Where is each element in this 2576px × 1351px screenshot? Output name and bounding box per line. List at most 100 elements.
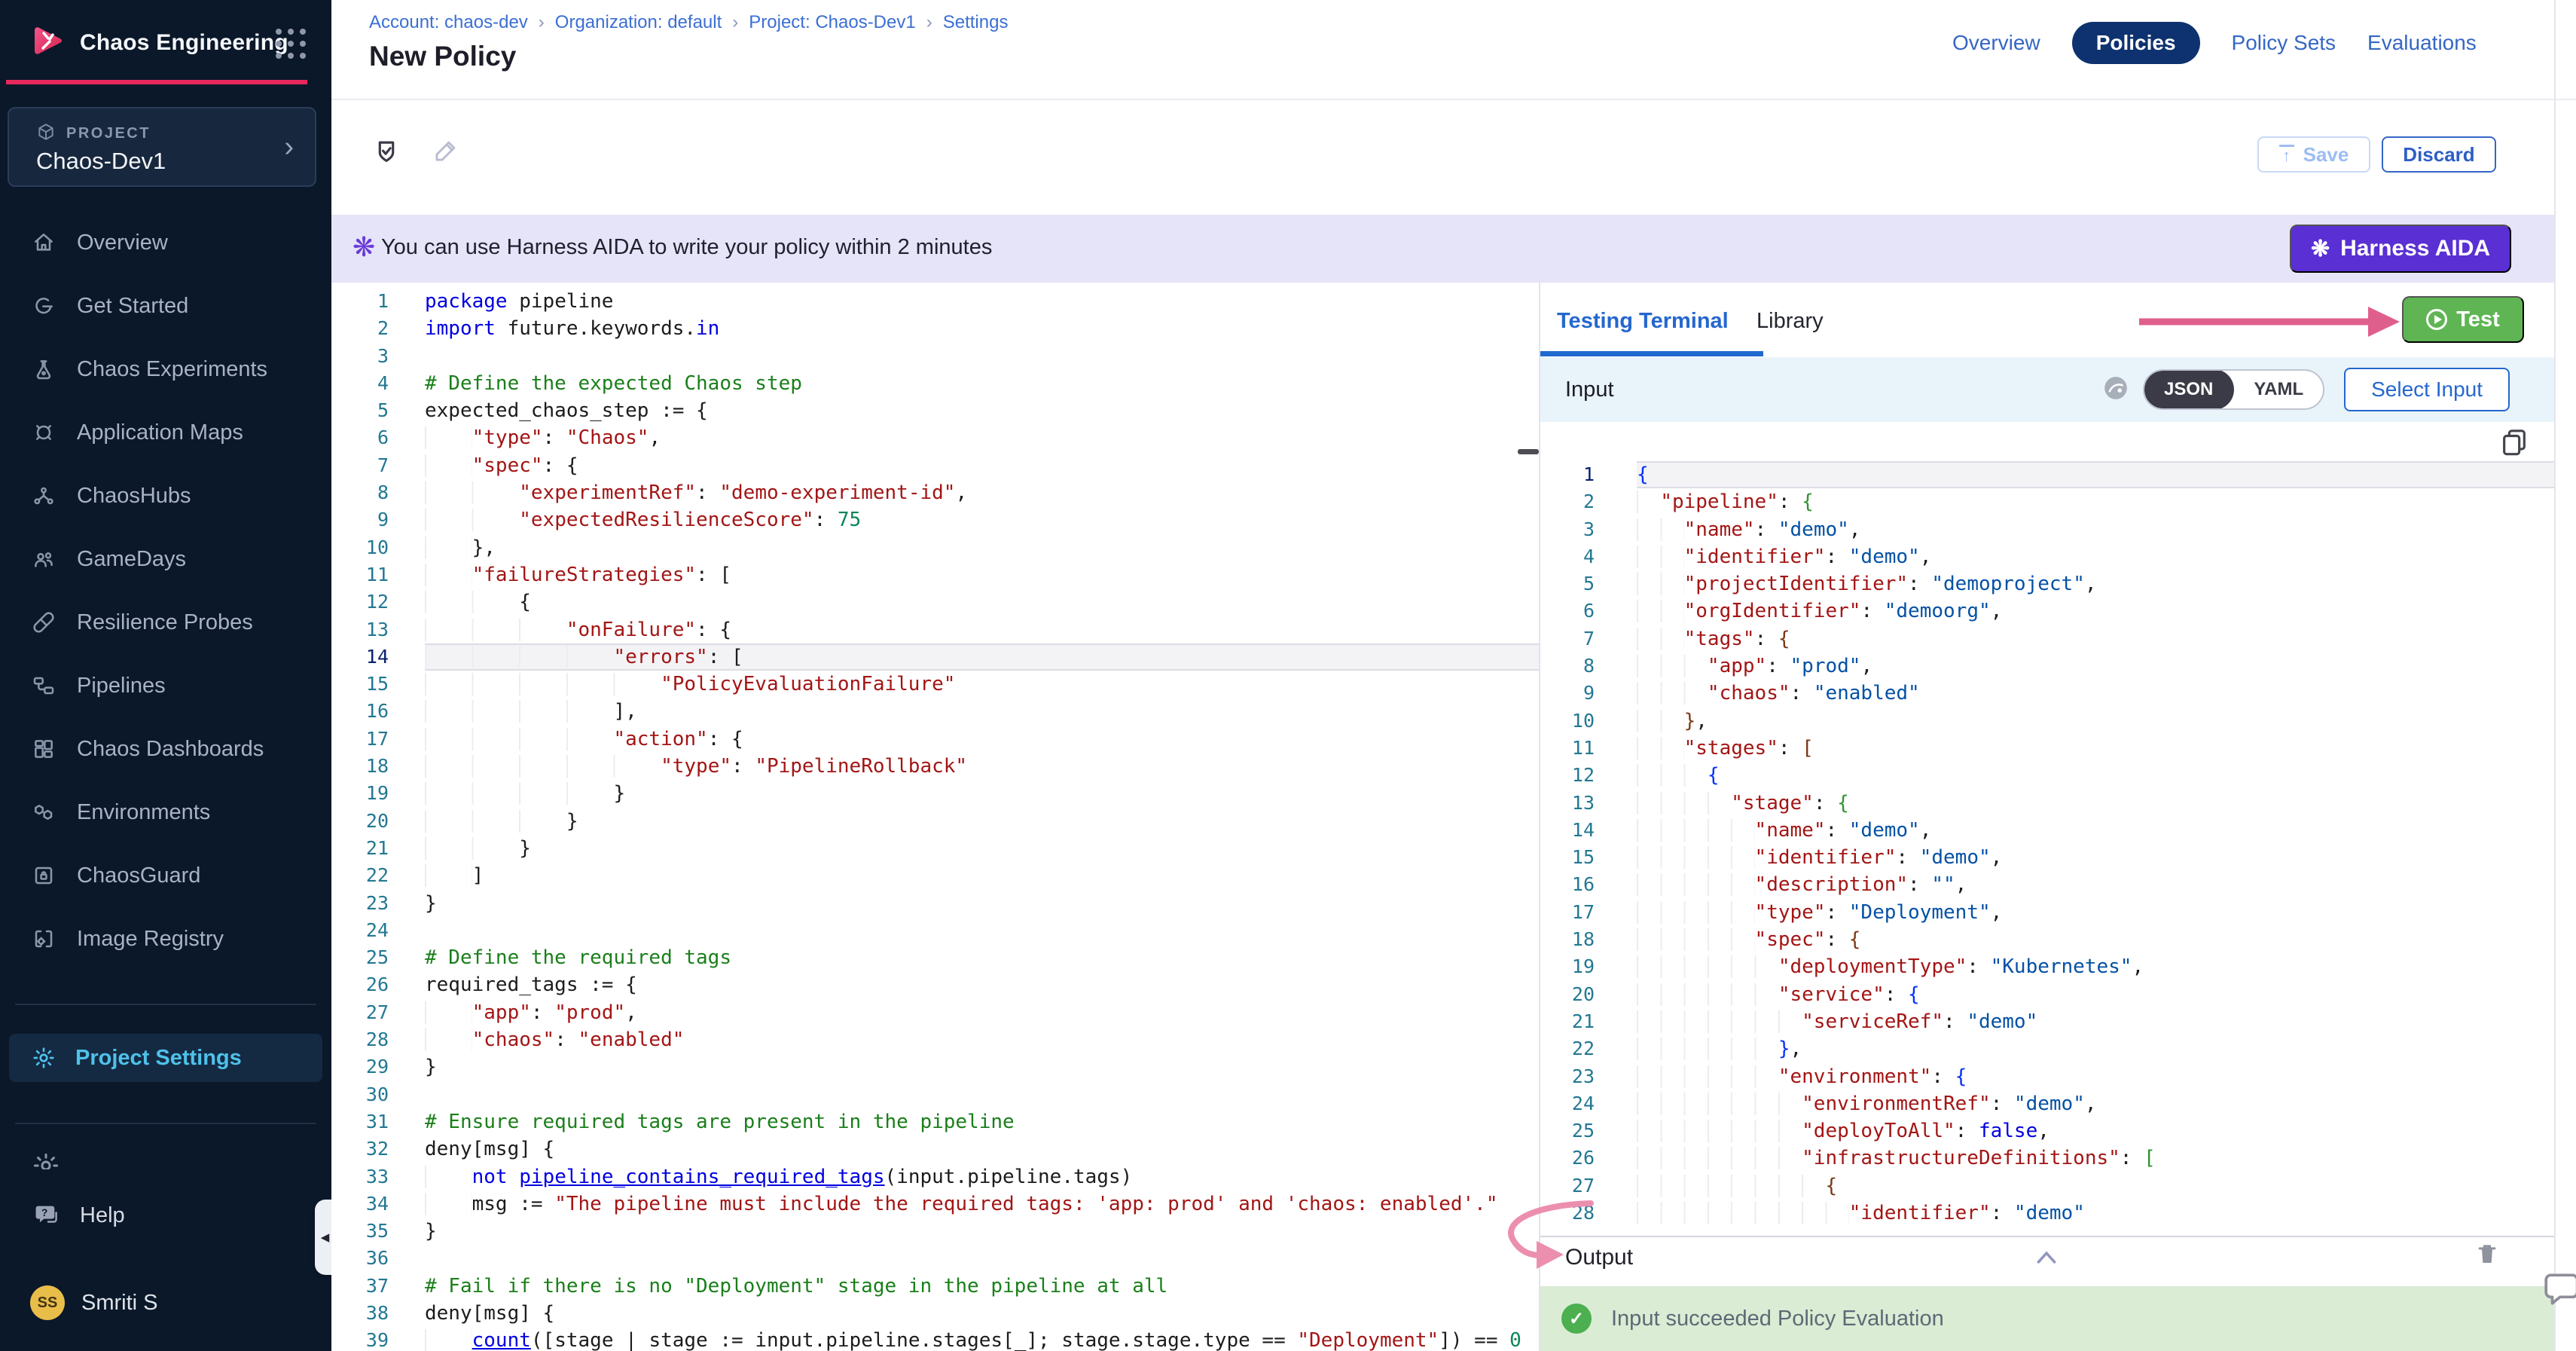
- breadcrumb: Account: chaos-dev › Organization: defau…: [369, 12, 1008, 33]
- breadcrumb-project[interactable]: Project: Chaos-Dev1: [749, 12, 915, 33]
- flask-icon: [32, 357, 56, 381]
- tab-testing-terminal[interactable]: Testing Terminal: [1557, 309, 1729, 334]
- sidebar-item-label: Overview: [77, 231, 168, 255]
- get-started-icon: [32, 294, 56, 318]
- breadcrumb-separator: ›: [539, 12, 545, 33]
- sidebar-item-label: Get Started: [77, 294, 188, 319]
- nav-overview[interactable]: Overview: [1952, 31, 2040, 55]
- editor-scrollbar-handle[interactable]: [1518, 449, 1539, 454]
- chevron-right-icon: ›: [284, 131, 294, 164]
- support-chat-icon[interactable]: [2541, 1269, 2576, 1315]
- input-json-editor[interactable]: 1{2 "pipeline": {3 "name": "demo",4 "ide…: [1540, 422, 2556, 1236]
- sidebar-item-application-maps[interactable]: Application Maps: [0, 401, 331, 464]
- gear-icon: [32, 1046, 56, 1070]
- upload-icon: ↑: [2279, 145, 2294, 164]
- test-button[interactable]: Test: [2402, 296, 2524, 343]
- project-name: Chaos-Dev1: [36, 148, 166, 175]
- evaluation-result-bar: ✓ Input succeeded Policy Evaluation: [1540, 1286, 2556, 1351]
- page-title: New Policy: [369, 41, 516, 72]
- result-message: Input succeeded Policy Evaluation: [1611, 1307, 1944, 1331]
- sidebar-item-chaos-dashboards[interactable]: Chaos Dashboards: [0, 717, 331, 781]
- sidebar-item-label: Chaos Dashboards: [77, 737, 264, 762]
- select-input-button[interactable]: Select Input: [2344, 368, 2510, 411]
- breadcrumb-account[interactable]: Account: chaos-dev: [369, 12, 528, 33]
- dashboards-icon: [32, 737, 56, 761]
- user-name: Smriti S: [81, 1291, 158, 1316]
- sidebar-item-pipelines[interactable]: Pipelines: [0, 654, 331, 717]
- sidebar: Chaos Engineering PROJECT Chaos-Dev1 › O…: [0, 0, 331, 1351]
- sidebar-item-overview[interactable]: Overview: [0, 211, 331, 274]
- registry-icon: [32, 927, 56, 951]
- top-nav: Overview Policies Policy Sets Evaluation…: [1952, 21, 2477, 65]
- copy-icon[interactable]: [2499, 426, 2529, 460]
- pipelines-icon: [32, 674, 56, 698]
- tab-library[interactable]: Library: [1757, 309, 1824, 334]
- chevron-up-icon[interactable]: [2034, 1248, 2059, 1271]
- format-yaml-option[interactable]: YAML: [2234, 379, 2323, 400]
- sidebar-item-label: GameDays: [77, 547, 186, 572]
- sidebar-item-label: Application Maps: [77, 420, 243, 445]
- sidebar-item-label: Chaos Experiments: [77, 357, 267, 382]
- cube-icon: [36, 122, 56, 145]
- policy-valid-icon[interactable]: [372, 137, 401, 170]
- clipped-gear-icon: [32, 1151, 65, 1169]
- sidebar-item-label: Project Settings: [75, 1046, 242, 1071]
- sparkle-icon: ❋: [2311, 236, 2330, 262]
- trash-icon[interactable]: [2474, 1240, 2500, 1271]
- success-check-icon: ✓: [1561, 1304, 1592, 1334]
- policy-code-editor[interactable]: 1package pipeline2import future.keywords…: [331, 283, 1539, 1351]
- discard-button[interactable]: Discard: [2382, 136, 2496, 173]
- output-divider: [1540, 1236, 2556, 1237]
- sidebar-item-get-started[interactable]: Get Started: [0, 274, 331, 338]
- aida-banner: ❋ You can use Harness AIDA to write your…: [331, 215, 2556, 283]
- brand-accent-line: [6, 80, 307, 84]
- sidebar-item-label: ChaosHubs: [77, 484, 191, 509]
- nav-policies-active[interactable]: Policies: [2072, 22, 2200, 64]
- harness-logo-icon[interactable]: [30, 23, 66, 63]
- project-selector[interactable]: PROJECT Chaos-Dev1 ›: [8, 107, 316, 187]
- help-chat-icon: ?: [33, 1203, 62, 1228]
- save-label: Save: [2303, 143, 2349, 167]
- sidebar-divider: [15, 1004, 316, 1005]
- save-button[interactable]: ↑ Save: [2257, 136, 2370, 173]
- sidebar-item-image-registry[interactable]: Image Registry: [0, 907, 331, 970]
- aida-label: Harness AIDA: [2340, 236, 2490, 261]
- rego-icon[interactable]: [2102, 374, 2129, 405]
- user-menu[interactable]: SS Smriti S: [30, 1285, 158, 1320]
- right-edge-divider: [2554, 0, 2556, 1351]
- sidebar-item-project-settings[interactable]: Project Settings: [9, 1034, 322, 1082]
- edit-pencil-icon[interactable]: [431, 137, 459, 170]
- sidebar-item-chaos-experiments[interactable]: Chaos Experiments: [0, 338, 331, 401]
- project-label: PROJECT: [66, 125, 151, 142]
- sidebar-item-label: Pipelines: [77, 674, 166, 698]
- hexagons-icon: [32, 800, 56, 824]
- breadcrumb-separator: ›: [926, 12, 932, 33]
- test-label: Test: [2456, 307, 2499, 332]
- sparkle-icon: ❋: [353, 231, 375, 263]
- sidebar-item-chaoshubs[interactable]: ChaosHubs: [0, 464, 331, 527]
- sidebar-item-gamedays[interactable]: GameDays: [0, 527, 331, 591]
- banner-text: You can use Harness AIDA to write your p…: [381, 235, 992, 260]
- nav-evaluations[interactable]: Evaluations: [2367, 31, 2477, 55]
- discard-label: Discard: [2403, 143, 2474, 167]
- nav-policy-sets[interactable]: Policy Sets: [2232, 31, 2336, 55]
- module-grid-icon[interactable]: [276, 29, 307, 60]
- play-icon: [2426, 309, 2447, 330]
- network-icon: [32, 484, 56, 508]
- format-json-option[interactable]: JSON: [2143, 369, 2234, 410]
- sidebar-item-resilience-probes[interactable]: Resilience Probes: [0, 591, 331, 654]
- help-label: Help: [80, 1203, 125, 1228]
- avatar: SS: [30, 1285, 65, 1320]
- sidebar-item-label: Image Registry: [77, 927, 224, 952]
- output-label: Output: [1565, 1245, 1633, 1270]
- harness-aida-button[interactable]: ❋ Harness AIDA: [2290, 225, 2511, 273]
- help-button[interactable]: ? Help: [33, 1203, 125, 1228]
- sidebar-item-label: Environments: [77, 800, 210, 825]
- input-label: Input: [1565, 377, 1614, 402]
- breadcrumb-settings[interactable]: Settings: [943, 12, 1009, 33]
- home-icon: [32, 231, 56, 255]
- sidebar-item-chaosguard[interactable]: ChaosGuard: [0, 844, 331, 907]
- breadcrumb-organization[interactable]: Organization: default: [555, 12, 722, 33]
- sidebar-item-environments[interactable]: Environments: [0, 781, 331, 844]
- sidebar-item-label: ChaosGuard: [77, 863, 200, 888]
